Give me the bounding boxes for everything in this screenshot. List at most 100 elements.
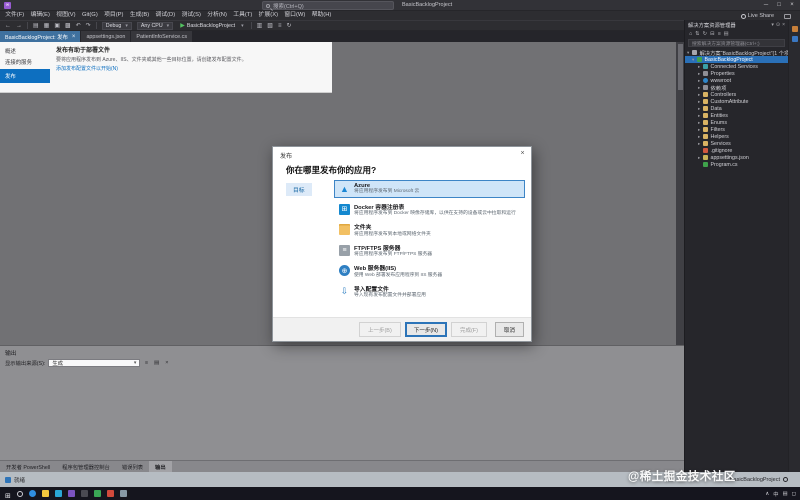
close-panel-icon[interactable] bbox=[782, 22, 785, 28]
menu-item-view[interactable]: 视图(V) bbox=[53, 11, 79, 20]
taskbar-app-edge-icon[interactable] bbox=[28, 490, 36, 497]
undo-icon[interactable] bbox=[74, 21, 83, 31]
menu-item-extensions[interactable]: 扩展(X) bbox=[255, 11, 281, 20]
editor-scrollbar[interactable] bbox=[676, 42, 684, 345]
dialog-sidebar-target[interactable]: 目标 bbox=[286, 183, 312, 196]
nav-connected-services[interactable]: 连接的服务 bbox=[0, 56, 50, 67]
menu-item-test[interactable]: 测试(S) bbox=[178, 11, 204, 20]
taskbar-app-icon[interactable] bbox=[119, 490, 127, 497]
new-file-icon[interactable] bbox=[31, 21, 41, 31]
tree-item-controllers[interactable]: Controllers bbox=[685, 91, 788, 98]
menu-item-help[interactable]: 帮助(H) bbox=[309, 11, 335, 20]
navigate-forward-icon[interactable] bbox=[14, 21, 24, 31]
publish-target-docker[interactable]: Docker 容器注册表将应用程序发布到 Docker 映像存储库，以供在支持的… bbox=[334, 200, 525, 219]
feedback-icon[interactable] bbox=[784, 14, 791, 19]
platform-dropdown[interactable]: Any CPU bbox=[136, 21, 174, 30]
tab-developer-powershell[interactable]: 开发者 PowerShell bbox=[0, 461, 56, 472]
start-button[interactable] bbox=[5, 485, 11, 500]
scrollbar-thumb[interactable] bbox=[677, 44, 683, 90]
tree-item-project[interactable]: BasicBacklogProject bbox=[685, 56, 788, 63]
tray-expand-icon[interactable]: ∧ bbox=[765, 491, 769, 497]
git-branch[interactable]: BasicBacklogProject bbox=[730, 477, 780, 483]
extension-icon[interactable] bbox=[792, 36, 798, 42]
notification-icon[interactable] bbox=[792, 26, 798, 32]
tab-package-manager-console[interactable]: 程序包管理器控制台 bbox=[56, 461, 116, 472]
start-debug-button[interactable]: BasicBacklogProject bbox=[176, 22, 247, 29]
taskbar-app-icon[interactable] bbox=[93, 490, 101, 497]
configuration-dropdown[interactable]: Debug bbox=[101, 21, 132, 30]
tree-item-gitignore[interactable]: .gitignore bbox=[685, 147, 788, 154]
menu-item-analyze[interactable]: 分析(N) bbox=[204, 11, 230, 20]
back-button[interactable]: 上一步(B) bbox=[358, 322, 401, 337]
close-output-icon[interactable] bbox=[164, 360, 170, 366]
taskbar-app-explorer-icon[interactable] bbox=[41, 490, 49, 497]
tree-item-solution[interactable]: 解决方案“BasicBacklogProject”(1 个项目) bbox=[685, 49, 788, 56]
redo-icon[interactable] bbox=[84, 21, 93, 31]
publish-target-azure[interactable]: Azure将应用程序发布到 Microsoft 云 bbox=[334, 180, 525, 198]
menu-item-build[interactable]: 生成(B) bbox=[127, 11, 153, 20]
menu-item-file[interactable]: 文件(F) bbox=[2, 11, 27, 20]
switch-views-icon[interactable] bbox=[695, 31, 699, 37]
publish-target-iis[interactable]: Web 服务器(IIS)使用 Web 部署发布应用程序到 IIS 服务器 bbox=[334, 261, 525, 280]
clear-output-icon[interactable] bbox=[153, 360, 161, 366]
save-all-icon[interactable] bbox=[63, 21, 73, 31]
toolbar-icon[interactable] bbox=[255, 21, 265, 31]
collapse-all-icon[interactable] bbox=[710, 31, 714, 37]
menu-item-debug[interactable]: 调试(D) bbox=[152, 11, 178, 20]
maximize-button[interactable] bbox=[773, 0, 785, 11]
close-window-button[interactable] bbox=[786, 0, 798, 11]
pin-icon[interactable] bbox=[776, 22, 780, 28]
tree-item-customattribute[interactable]: CustomAttribute bbox=[685, 98, 788, 105]
tray-volume-icon[interactable]: ◻ bbox=[792, 491, 796, 497]
taskbar-search-icon[interactable] bbox=[16, 490, 23, 497]
publish-target-folder[interactable]: 文件夹 将应用程序发布到本地或网络文件夹 bbox=[334, 220, 525, 239]
menu-item-edit[interactable]: 编辑(E) bbox=[27, 11, 53, 20]
tree-item-connected-services[interactable]: Connected Services bbox=[685, 63, 788, 70]
tree-item-program[interactable]: Program.cs bbox=[685, 161, 788, 168]
dialog-close-icon[interactable] bbox=[517, 149, 528, 159]
tree-item-enums[interactable]: Enums bbox=[685, 119, 788, 126]
close-tab-icon[interactable] bbox=[68, 34, 76, 40]
tab-output[interactable]: 输出 bbox=[149, 461, 172, 472]
next-button[interactable]: 下一步(N) bbox=[404, 322, 447, 337]
tree-item-helpers[interactable]: Helpers bbox=[685, 133, 788, 140]
tree-item-properties[interactable]: Properties bbox=[685, 70, 788, 77]
publish-target-ftp[interactable]: FTP/FTPS 服务器将应用程序发布到 FTP/FTPS 服务器 bbox=[334, 241, 525, 260]
word-wrap-icon[interactable] bbox=[143, 360, 149, 366]
tab-patientinfoservice[interactable]: PatientInfoService.cs bbox=[131, 31, 193, 42]
tree-item-entities[interactable]: Entities bbox=[685, 112, 788, 119]
toolbar-icon[interactable] bbox=[265, 21, 275, 31]
solution-search-input[interactable]: 搜索解决方案资源管理器(Ctrl+;) bbox=[688, 39, 785, 47]
menu-item-project[interactable]: 项目(P) bbox=[101, 11, 127, 20]
cancel-button[interactable]: 取消 bbox=[494, 322, 524, 337]
tree-item-wwwroot[interactable]: wwwroot bbox=[685, 77, 788, 84]
tray-network-icon[interactable]: ▤ bbox=[783, 491, 788, 497]
add-publish-profile-link[interactable]: 添加发布配置文件以开始(N) bbox=[56, 65, 326, 72]
toolbar-icon[interactable] bbox=[284, 21, 293, 31]
home-icon[interactable] bbox=[689, 31, 692, 37]
quick-search-box[interactable]: 搜索(Ctrl+Q) bbox=[262, 1, 394, 10]
tree-item-dependencies[interactable]: 依赖项 bbox=[685, 84, 788, 91]
live-share-button[interactable]: Live Share bbox=[740, 13, 774, 19]
save-icon[interactable] bbox=[52, 21, 62, 31]
navigate-back-icon[interactable] bbox=[3, 21, 13, 31]
taskbar-app-icon[interactable] bbox=[54, 490, 62, 497]
tab-publish[interactable]: BasicBacklogProject: 发布 bbox=[0, 31, 81, 42]
open-file-icon[interactable] bbox=[42, 21, 52, 31]
notifications-bell-icon[interactable] bbox=[783, 477, 788, 482]
tree-item-data[interactable]: Data bbox=[685, 105, 788, 112]
show-all-files-icon[interactable] bbox=[718, 31, 721, 37]
tab-error-list[interactable]: 错误列表 bbox=[116, 461, 149, 472]
nav-publish[interactable]: 发布 bbox=[0, 69, 50, 83]
properties-icon[interactable] bbox=[724, 31, 729, 37]
output-source-dropdown[interactable]: 生成 bbox=[48, 358, 141, 367]
tree-item-appsettings[interactable]: appsettings.json bbox=[685, 154, 788, 161]
toolbar-icon[interactable] bbox=[276, 21, 284, 31]
taskbar-app-visual-studio-icon[interactable] bbox=[67, 490, 75, 497]
chevron-down-icon[interactable] bbox=[771, 22, 774, 28]
taskbar-app-icon[interactable] bbox=[80, 490, 88, 497]
finish-button[interactable]: 完成(F) bbox=[450, 322, 487, 337]
tree-item-services[interactable]: Services bbox=[685, 140, 788, 147]
menu-item-tools[interactable]: 工具(T) bbox=[230, 11, 255, 20]
tray-ime-icon[interactable]: 中 bbox=[773, 490, 778, 498]
